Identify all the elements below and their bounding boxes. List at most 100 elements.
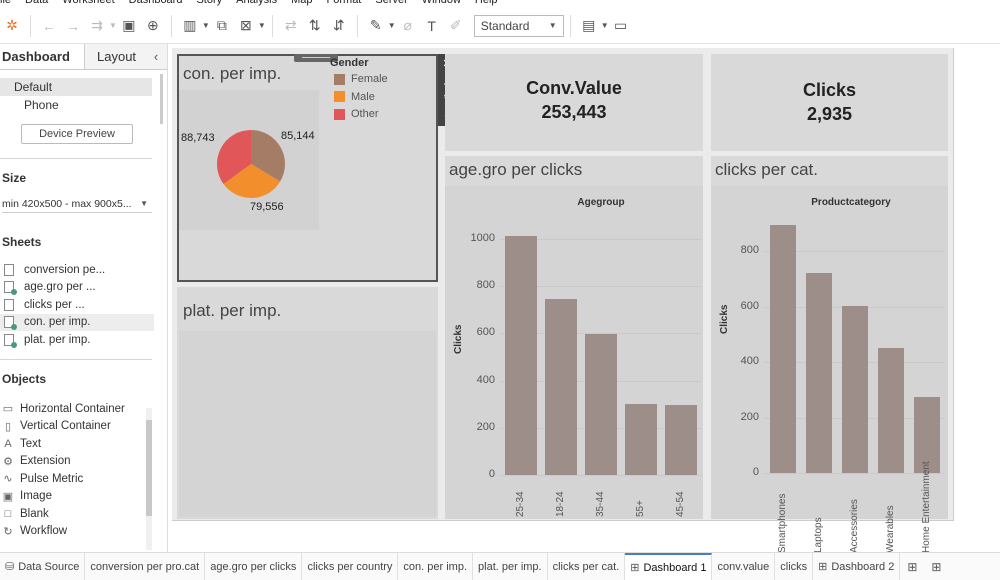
- sheet-item-label: conversion pe...: [24, 263, 106, 276]
- menu-item-2[interactable]: Worksheet: [62, 0, 114, 6]
- tab-dashboard[interactable]: Dashboard: [0, 44, 85, 69]
- menu-item-1[interactable]: Data: [25, 0, 48, 6]
- new-worksheet-icon[interactable]: ⊞: [900, 553, 924, 580]
- size-select[interactable]: min 420x500 - max 900x5... ▼: [2, 195, 152, 213]
- menu-item-7[interactable]: Format: [327, 0, 362, 6]
- sheet-item[interactable]: age.gro per ...: [0, 279, 154, 297]
- pin-icon[interactable]: ✐: [444, 14, 468, 38]
- y-tick-label: 200: [476, 420, 495, 433]
- tableau-logo-icon[interactable]: ✲: [0, 14, 24, 38]
- sheet-item[interactable]: plat. per imp.: [0, 331, 154, 349]
- menu-item-6[interactable]: Map: [291, 0, 312, 6]
- highlight-icon[interactable]: ✎: [364, 14, 388, 38]
- object-item[interactable]: ▣ Image: [0, 488, 167, 506]
- sheet-tab[interactable]: con. per imp.: [398, 552, 474, 580]
- show-labels-icon[interactable]: T: [420, 14, 444, 38]
- undo-icon[interactable]: ←: [37, 14, 61, 38]
- sheet-tab[interactable]: ⛁ Data Source: [0, 552, 86, 580]
- sheet-item[interactable]: clicks per ...: [0, 296, 154, 314]
- sheet-item[interactable]: con. per imp.: [0, 313, 154, 331]
- object-item[interactable]: ▭ Horizontal Container: [0, 400, 167, 418]
- swap-icon[interactable]: ⇄: [279, 14, 303, 38]
- pulse-metric-icon: ∿: [3, 473, 13, 486]
- device-preview-button[interactable]: Device Preview: [21, 124, 133, 144]
- fit-select[interactable]: Standard ▼: [473, 14, 564, 37]
- clicks-kpi[interactable]: Clicks 2,935: [711, 54, 948, 151]
- y-tick-label: 800: [740, 244, 759, 257]
- worksheet-icon: [4, 316, 17, 331]
- sheet-tab-label: plat. per imp.: [478, 560, 542, 573]
- duplicate-sheet-icon[interactable]: ⧉: [210, 14, 234, 38]
- age-group-panel[interactable]: age.gro per clicks Agegroup Clicks 0 200 4…: [445, 156, 703, 519]
- sheet-tab[interactable]: clicks per cat.: [548, 552, 626, 580]
- bar[interactable]: [806, 273, 832, 473]
- product-category-panel[interactable]: clicks per cat. Productcategory Clicks 0…: [711, 156, 948, 553]
- image-icon: ▣: [2, 490, 14, 503]
- menu-item-3[interactable]: Dashboard: [129, 0, 183, 6]
- plat-per-imp-panel[interactable]: plat. per imp.: [177, 287, 438, 519]
- x-tick-label: 25-34: [515, 491, 526, 517]
- show-me-icon[interactable]: ▤: [577, 14, 601, 38]
- bar[interactable]: [505, 236, 537, 475]
- menu-item-4[interactable]: Story: [196, 0, 222, 6]
- sheet-tab-label: Dashboard 2: [831, 560, 895, 573]
- y-tick-label: 0: [752, 466, 759, 478]
- sidebar-scrollbar[interactable]: [160, 74, 163, 124]
- legend-swatch: [334, 91, 345, 102]
- device-phone[interactable]: Phone: [0, 96, 152, 114]
- sheet-tab[interactable]: conv.value: [712, 552, 776, 580]
- bar[interactable]: [878, 347, 904, 473]
- pie-chart[interactable]: [211, 124, 291, 204]
- menu-item-9[interactable]: Window: [422, 0, 461, 6]
- dashboard-icon: ⊞: [630, 562, 640, 574]
- object-item[interactable]: ↻ Workflow: [0, 523, 167, 541]
- sheet-item[interactable]: clicks per cat.: [0, 349, 154, 350]
- object-item[interactable]: □ Blank: [0, 505, 167, 523]
- sheet-tab[interactable]: clicks per country: [302, 552, 399, 580]
- bar[interactable]: [585, 334, 617, 475]
- tab-layout[interactable]: Layout: [85, 44, 145, 69]
- object-item[interactable]: A Text: [0, 435, 167, 453]
- save-icon[interactable]: ▣: [117, 14, 141, 38]
- sheet-tab-label: clicks per cat.: [552, 560, 620, 573]
- sheet-item[interactable]: conversion pe...: [0, 261, 154, 279]
- sheet-tab[interactable]: clicks: [775, 552, 814, 580]
- blank-icon: □: [4, 507, 12, 520]
- clear-sheet-icon[interactable]: ⊠: [234, 14, 258, 38]
- redo-icon[interactable]: →: [61, 14, 85, 38]
- bar[interactable]: [842, 306, 868, 473]
- bar[interactable]: [665, 405, 697, 475]
- menu-item-5[interactable]: Analysis: [236, 0, 277, 6]
- objects-scrollbar[interactable]: [146, 408, 152, 550]
- presentation-mode-icon[interactable]: ▭: [609, 14, 633, 38]
- bar[interactable]: [545, 299, 577, 475]
- new-data-source-icon[interactable]: ⊕: [141, 14, 165, 38]
- new-worksheet-icon[interactable]: ▥: [178, 14, 202, 38]
- menu-item-0[interactable]: ile: [0, 0, 11, 6]
- object-item[interactable]: ▯ Vertical Container: [0, 418, 167, 436]
- group-icon[interactable]: ⌀: [396, 14, 420, 38]
- menu-item-8[interactable]: Server: [375, 0, 407, 6]
- sheet-tab[interactable]: plat. per imp.: [473, 552, 548, 580]
- bar[interactable]: [625, 404, 657, 475]
- pie-chart-panel[interactable]: con. per imp. 85,144 88,743 79,556 Gende…: [177, 54, 438, 282]
- conv-value-kpi[interactable]: Conv.Value 253,443: [445, 54, 703, 151]
- sort-ascending-icon[interactable]: ⇅: [303, 14, 327, 38]
- new-dashboard-icon[interactable]: ⊞: [924, 553, 948, 580]
- legend-item[interactable]: Male: [334, 91, 375, 103]
- sheet-tab[interactable]: conversion per pro.cat: [85, 552, 206, 580]
- sort-descending-icon[interactable]: ⇵: [327, 14, 351, 38]
- legend-item[interactable]: Female: [334, 73, 388, 85]
- object-item[interactable]: ⚙ Extension: [0, 453, 167, 471]
- replay-icon[interactable]: ⇉: [85, 14, 109, 38]
- legend-item[interactable]: Other: [334, 108, 379, 120]
- menu-item-10[interactable]: Help: [475, 0, 498, 6]
- device-default[interactable]: Default: [0, 78, 152, 96]
- sheet-tab[interactable]: age.gro per clicks: [205, 552, 303, 580]
- bar[interactable]: [770, 224, 796, 473]
- object-item[interactable]: ∿ Pulse Metric: [0, 470, 167, 488]
- sheet-tab[interactable]: ⊞ Dashboard 2: [813, 552, 901, 580]
- plat-panel-title: plat. per imp.: [183, 301, 282, 320]
- collapse-sidebar-icon[interactable]: ‹: [145, 44, 167, 69]
- sheet-tab[interactable]: ⊞ Dashboard 1: [625, 552, 713, 580]
